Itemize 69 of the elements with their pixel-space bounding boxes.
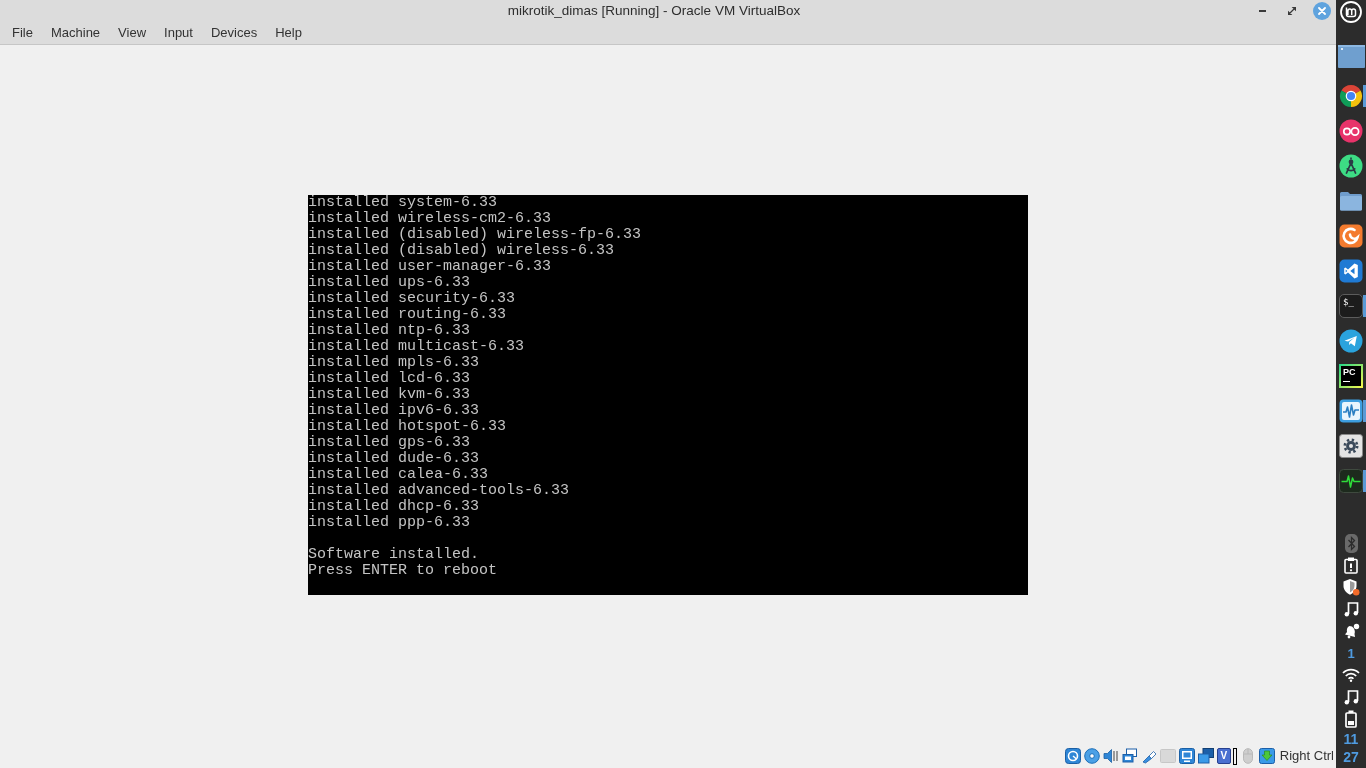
browser-icon[interactable]	[1339, 83, 1363, 108]
resize-arrows-icon	[1288, 7, 1296, 15]
menu-item[interactable]: Help	[266, 23, 311, 43]
console-line: installed ups-6.33	[308, 274, 471, 291]
console-line: installed lcd-6.33	[308, 370, 471, 387]
console-line: installed ppp-6.33	[308, 514, 471, 531]
console-line: installed hotspot-6.33	[308, 418, 507, 435]
console-line: installed (disabled) wireless-fp-6.33	[308, 226, 642, 243]
clock-minute: 27	[1343, 748, 1359, 766]
stacked-windows-icon[interactable]	[1197, 748, 1214, 764]
menu-item[interactable]: Input	[155, 23, 202, 43]
editor-icon[interactable]	[1339, 258, 1363, 283]
close-button[interactable]	[1313, 2, 1331, 20]
ide-launcher[interactable]: PC	[1339, 363, 1363, 388]
network-icon[interactable]	[1121, 748, 1138, 764]
music-note-icon[interactable]	[1343, 601, 1359, 617]
menu-item[interactable]: Machine	[41, 23, 110, 43]
vm-screen[interactable]	[308, 194, 1028, 595]
console-line: installed security-6.33	[308, 290, 516, 307]
console-line: installed gps-6.33	[308, 434, 471, 451]
console-line: installed ntp-6.33	[308, 322, 471, 339]
console-line: installed calea-6.33	[308, 466, 489, 483]
console-line: installed (disabled) wireless-6.33	[308, 242, 615, 259]
console-line: installed kvm-6.33	[308, 386, 471, 403]
shield-icon[interactable]	[1342, 578, 1360, 596]
menu-logo-icon[interactable]	[1340, 1, 1362, 23]
compass-icon[interactable]	[1339, 153, 1363, 178]
clock-hour: 11	[1343, 730, 1359, 748]
console-line: installed system-6.33	[308, 194, 498, 211]
settings-icon[interactable]	[1339, 433, 1363, 458]
double-ring-icon[interactable]	[1339, 118, 1363, 143]
host-key-label: Right Ctrl	[1279, 747, 1334, 766]
console-message: Software installed.	[308, 546, 480, 563]
notification-bell-icon[interactable]	[1342, 623, 1360, 639]
display-icon[interactable]	[1178, 748, 1195, 764]
cpu-chip[interactable]: V	[1216, 748, 1231, 764]
down-arrow-icon[interactable]	[1258, 748, 1275, 764]
music-note-icon[interactable]	[1343, 689, 1359, 705]
console-line: installed advanced-tools-6.33	[308, 482, 570, 499]
console-line: installed user-manager-6.33	[308, 258, 552, 275]
console-line: installed ipv6-6.33	[308, 402, 480, 419]
close-icon	[1318, 7, 1326, 15]
clipboard-alert-icon[interactable]	[1344, 556, 1358, 574]
battery-icon[interactable]	[1345, 710, 1357, 728]
console-message: Press ENTER to reboot	[308, 562, 498, 579]
window-title: mikrotik_dimas [Running] - Oracle VM VirtualBox	[507, 1, 801, 20]
swirl-icon[interactable]	[1339, 223, 1363, 248]
terminal-launcher[interactable]: $_	[1339, 293, 1363, 318]
console-line: installed dhcp-6.33	[308, 498, 480, 515]
menu-item[interactable]: View	[109, 23, 156, 43]
console-line: installed multicast-6.33	[308, 338, 525, 355]
hard-disk-icon[interactable]	[1064, 748, 1081, 764]
workspace-icon[interactable]	[1337, 45, 1365, 68]
paper-plane-icon[interactable]	[1339, 328, 1363, 353]
heartbeat-icon[interactable]	[1339, 468, 1363, 493]
console-line: installed routing-6.33	[308, 306, 507, 323]
optical-disc-icon[interactable]	[1083, 748, 1100, 764]
bracket-icon	[1232, 747, 1237, 765]
usb-plug-icon[interactable]	[1140, 748, 1157, 764]
notification-count: 1	[1347, 646, 1355, 660]
speaker-icon[interactable]	[1102, 748, 1119, 764]
wifi-icon[interactable]	[1342, 668, 1360, 682]
console-line: installed wireless-cm2-6.33	[308, 210, 552, 227]
menu-item[interactable]: Devices	[201, 23, 267, 43]
pulse-monitor-icon[interactable]	[1339, 398, 1363, 423]
console-line: installed dude-6.33	[308, 450, 480, 467]
console-line: installed mpls-6.33	[308, 354, 480, 371]
minimize-icon	[1258, 10, 1266, 12]
menu-item[interactable]: File	[3, 23, 42, 43]
